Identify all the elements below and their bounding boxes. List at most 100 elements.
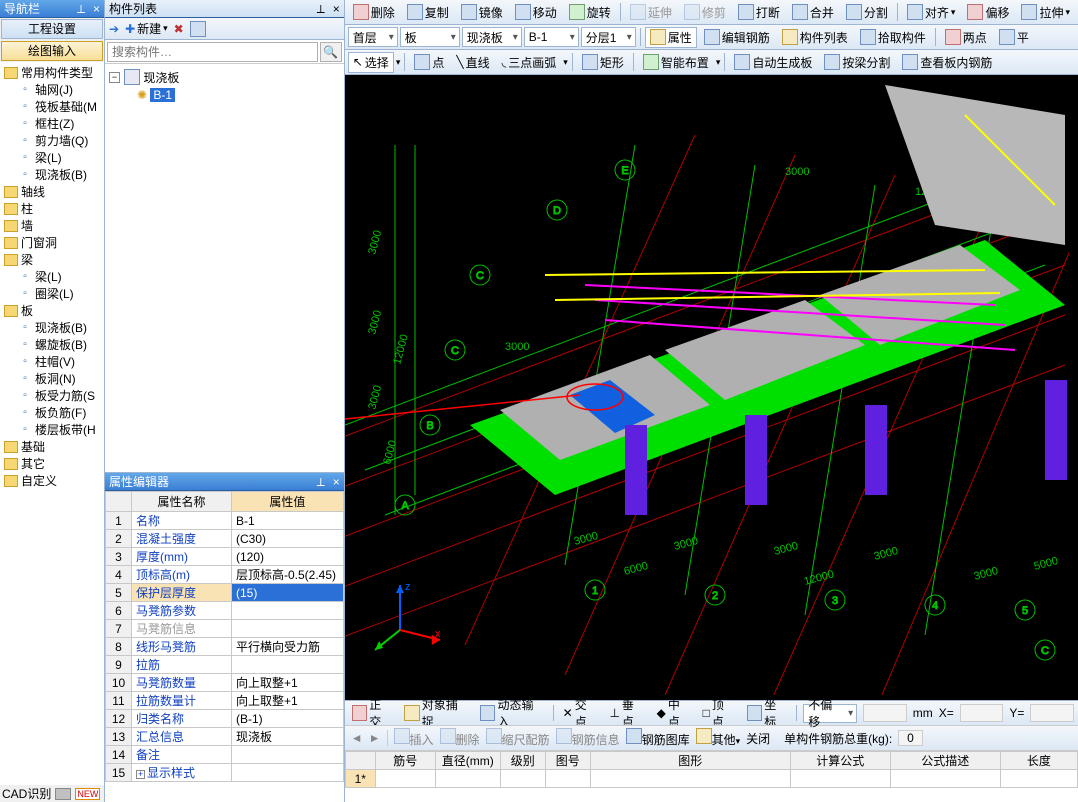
nav-item[interactable]: ▫现浇板(B) bbox=[2, 166, 102, 183]
extend-button[interactable]: 延伸 bbox=[625, 2, 677, 23]
delete-row-button[interactable]: 删除 bbox=[440, 728, 480, 748]
rebar-lib-button[interactable]: 钢筋图库 bbox=[626, 728, 690, 748]
offset-button[interactable]: 偏移 bbox=[962, 2, 1014, 23]
prop-row[interactable]: 3厚度(mm)(120) bbox=[106, 548, 344, 566]
prop-row[interactable]: 6马凳筋参数 bbox=[106, 602, 344, 620]
nav-item[interactable]: ▫螺旋板(B) bbox=[2, 336, 102, 353]
prop-row[interactable]: 1名称B-1 bbox=[106, 512, 344, 530]
delete-button[interactable]: ✖ bbox=[174, 22, 184, 36]
pin-icon[interactable]: ⟂ bbox=[317, 473, 325, 490]
nav-item[interactable]: ▫现浇板(B) bbox=[2, 319, 102, 336]
nav-category[interactable]: 柱 bbox=[2, 200, 102, 217]
nav-category[interactable]: 自定义 bbox=[2, 472, 102, 489]
prop-row[interactable]: 10马凳筋数量向上取整+1 bbox=[106, 674, 344, 692]
right-arrow-icon[interactable]: ► bbox=[369, 731, 381, 745]
property-button[interactable]: 属性 bbox=[645, 27, 697, 48]
close-icon[interactable]: × bbox=[93, 0, 100, 17]
autogen-button[interactable]: 自动生成板 bbox=[729, 52, 817, 73]
new-button[interactable]: ✚新建▾ bbox=[125, 20, 168, 37]
nav-category[interactable]: 轴线 bbox=[2, 183, 102, 200]
nav-category[interactable]: 板 bbox=[2, 302, 102, 319]
copy-button[interactable] bbox=[190, 21, 206, 37]
collapse-icon[interactable]: − bbox=[109, 72, 120, 83]
line-button[interactable]: ╲直线 bbox=[451, 52, 494, 73]
two-point-button[interactable]: 两点 bbox=[940, 27, 992, 48]
rebar-info-button[interactable]: 钢筋信息 bbox=[556, 728, 620, 748]
prop-row[interactable]: 9拉筋 bbox=[106, 656, 344, 674]
nav-category[interactable]: 其它 bbox=[2, 455, 102, 472]
component-combo[interactable]: 板 bbox=[400, 27, 460, 47]
prop-row[interactable]: 2混凝土强度(C30) bbox=[106, 530, 344, 548]
copy-button[interactable]: 复制 bbox=[402, 2, 454, 23]
prop-row[interactable]: 12归类名称(B-1) bbox=[106, 710, 344, 728]
floor-combo[interactable]: 首层 bbox=[348, 27, 398, 47]
select-button[interactable]: ↖选择 bbox=[348, 52, 394, 73]
offset-combo[interactable]: 不偏移 bbox=[803, 704, 857, 723]
prop-row[interactable]: 11拉筋数量计向上取整+1 bbox=[106, 692, 344, 710]
nav-item[interactable]: ▫板负筋(F) bbox=[2, 404, 102, 421]
cad-recognize[interactable]: CAD识别 bbox=[2, 785, 51, 802]
nav-category[interactable]: 墙 bbox=[2, 217, 102, 234]
nav-item[interactable]: ▫板洞(N) bbox=[2, 370, 102, 387]
prop-row[interactable]: 7马凳筋信息 bbox=[106, 620, 344, 638]
coord-y[interactable] bbox=[1030, 704, 1074, 722]
nav-item[interactable]: ▫柱帽(V) bbox=[2, 353, 102, 370]
close-icon[interactable]: × bbox=[333, 0, 340, 17]
prop-row[interactable]: 8线形马凳筋平行横向受力筋 bbox=[106, 638, 344, 656]
break-button[interactable]: 打断 bbox=[733, 2, 785, 23]
rotate-button[interactable]: 旋转 bbox=[564, 2, 616, 23]
nav-item[interactable]: ▫框柱(Z) bbox=[2, 115, 102, 132]
move-button[interactable]: 移动 bbox=[510, 2, 562, 23]
coord-x[interactable] bbox=[960, 704, 1004, 722]
view-rebar-button[interactable]: 查看板内钢筋 bbox=[897, 52, 997, 73]
beam-split-button[interactable]: 按梁分割 bbox=[819, 52, 895, 73]
delete-button[interactable]: 删除 bbox=[348, 2, 400, 23]
edit-rebar-button[interactable]: 编辑钢筋 bbox=[699, 27, 775, 48]
nav-item[interactable]: ▫筏板基础(M bbox=[2, 98, 102, 115]
prop-row[interactable]: 5保护层厚度(15) bbox=[106, 584, 344, 602]
close-icon[interactable]: × bbox=[333, 473, 340, 490]
nav-item[interactable]: ▫板受力筋(S bbox=[2, 387, 102, 404]
layer-combo[interactable]: 分层1 bbox=[581, 27, 636, 47]
pin-icon[interactable]: ⟂ bbox=[317, 0, 325, 17]
scale-rebar-button[interactable]: 缩尺配筋 bbox=[486, 728, 550, 748]
tree-root[interactable]: 现浇板 bbox=[143, 69, 179, 86]
split-button[interactable]: 分割 bbox=[841, 2, 893, 23]
prop-row[interactable]: 14备注 bbox=[106, 746, 344, 764]
prop-row[interactable]: 15+显示样式 bbox=[106, 764, 344, 782]
engineering-settings-button[interactable]: 工程设置 bbox=[1, 19, 103, 39]
point-button[interactable]: 点 bbox=[409, 52, 449, 73]
rect-button[interactable]: 矩形 bbox=[577, 52, 629, 73]
nav-item[interactable]: ▫轴网(J) bbox=[2, 81, 102, 98]
stretch-button[interactable]: 拉伸▾ bbox=[1016, 2, 1075, 23]
pick-component-button[interactable]: 拾取构件 bbox=[855, 27, 931, 48]
nav-item[interactable]: ▫圈梁(L) bbox=[2, 285, 102, 302]
arc-button[interactable]: ◟三点画弧 bbox=[497, 52, 562, 73]
search-input[interactable] bbox=[107, 42, 318, 62]
close-button[interactable]: 关闭 bbox=[746, 730, 770, 747]
plane-button[interactable]: 平 bbox=[994, 27, 1034, 48]
nav-category[interactable]: 门窗洞 bbox=[2, 234, 102, 251]
nav-category[interactable]: 基础 bbox=[2, 438, 102, 455]
pin-icon[interactable]: ⟂ bbox=[77, 0, 85, 17]
component-list-button[interactable]: 构件列表 bbox=[777, 27, 853, 48]
trim-button[interactable]: 修剪 bbox=[679, 2, 731, 23]
nav-item[interactable]: ▫剪力墙(Q) bbox=[2, 132, 102, 149]
smart-layout-button[interactable]: 智能布置 bbox=[638, 52, 714, 73]
property-table[interactable]: 属性名称属性值 1名称B-12混凝土强度(C30)3厚度(mm)(120)4顶标… bbox=[105, 491, 344, 802]
prop-row[interactable]: 4顶标高(m)层顶标高-0.5(2.45) bbox=[106, 566, 344, 584]
search-button[interactable]: 🔍 bbox=[320, 42, 342, 62]
subtype-combo[interactable]: 现浇板 bbox=[462, 27, 522, 47]
drawing-input-button[interactable]: 绘图输入 bbox=[1, 41, 103, 61]
component-tree[interactable]: − 现浇板 ✺ B-1 bbox=[105, 64, 344, 472]
nav-item[interactable]: ▫楼层板带(H bbox=[2, 421, 102, 438]
other-button[interactable]: 其他▾ bbox=[696, 728, 741, 748]
mirror-button[interactable]: 镜像 bbox=[456, 2, 508, 23]
nav-item[interactable]: ▫梁(L) bbox=[2, 268, 102, 285]
nav-item[interactable]: ▫梁(L) bbox=[2, 149, 102, 166]
nav-category[interactable]: 常用构件类型 bbox=[2, 64, 102, 81]
model-viewport[interactable]: A B C C D E 1 2 3 4 5 C 3000 3000 bbox=[345, 75, 1078, 700]
align-button[interactable]: 对齐▾ bbox=[902, 2, 961, 23]
row-1[interactable]: 1* bbox=[345, 770, 375, 788]
insert-button[interactable]: 插入 bbox=[394, 728, 434, 748]
